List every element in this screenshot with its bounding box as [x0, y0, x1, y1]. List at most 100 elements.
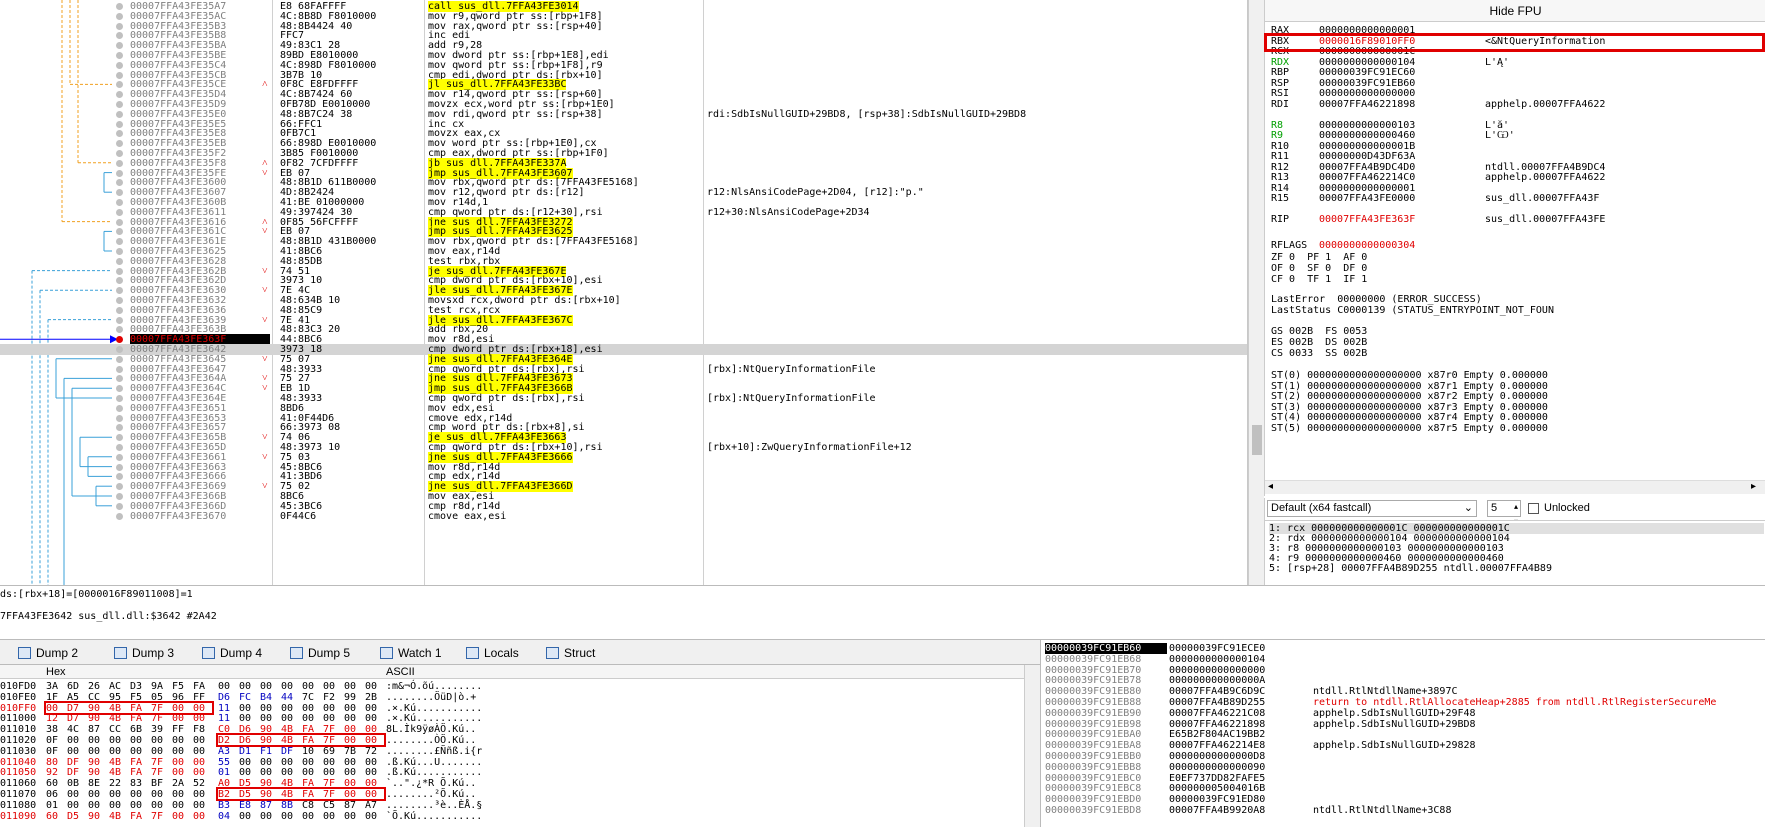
tab-dump-5[interactable]: Dump 5 — [288, 643, 350, 663]
stack-value[interactable]: E0EF737DD82FAFE5 — [1169, 773, 1299, 784]
hex-byte[interactable]: 00 — [172, 746, 188, 757]
dump-row[interactable]: 011060 60 0B 8E 22 83 BF 2A 52 A0 D5 90 4B FA 7F 00 00 `.… — [0, 778, 1040, 789]
hex-byte[interactable]: 00 — [365, 757, 381, 768]
hex-byte[interactable]: 4B — [109, 767, 125, 778]
breakpoint-dot[interactable] — [116, 434, 123, 442]
hex-byte[interactable]: 00 — [172, 735, 188, 746]
breakpoint-dot[interactable] — [116, 91, 123, 99]
dump-row[interactable]: 011070 06 00 00 00 00 00 00 00 B2 D5 90 4B FA 7F 00 00..… — [0, 789, 1040, 800]
stack-row[interactable]: 00000039FC91EBD8 00007FFA4B9920A8 ntdll.Rt… — [1041, 805, 1765, 816]
hex-byte[interactable]: 00 — [172, 789, 188, 800]
hex-byte[interactable]: 00 — [88, 735, 104, 746]
breakpoint-dot[interactable] — [116, 297, 123, 304]
breakpoint-dot[interactable] — [116, 130, 123, 138]
breakpoint-dot[interactable] — [116, 493, 123, 500]
hex-byte[interactable]: 00 — [151, 789, 167, 800]
breakpoint-dot[interactable] — [116, 473, 123, 481]
hex-byte[interactable]: 00 — [260, 767, 276, 778]
hex-byte[interactable]: 80 — [46, 757, 62, 768]
hex-byte[interactable]: 87 — [344, 800, 360, 811]
calling-convention-select[interactable]: Default (x64 fastcall) ⌄ — [1267, 500, 1477, 517]
hex-byte[interactable]: 00 — [323, 757, 339, 768]
hex-byte[interactable]: D1 — [239, 746, 255, 757]
stack-value[interactable]: 000000000000000A — [1169, 675, 1299, 686]
disassembly-view[interactable]: 00007FFA43FE35A7 E8 68FAFFFF call sus_dll.… — [0, 0, 1248, 585]
register-value[interactable]: 00007FFA43FE363F — [1319, 214, 1485, 226]
rflags-row[interactable]: RFLAGS 0000000000000304 — [1271, 240, 1415, 252]
breakpoint-dot[interactable] — [116, 395, 123, 402]
stack-value[interactable]: 00007FFA46221C08 — [1169, 708, 1299, 719]
breakpoint-dot[interactable] — [116, 287, 123, 295]
tab-dump-2[interactable]: Dump 2 — [16, 643, 78, 663]
hex-byte[interactable]: 00 — [172, 713, 188, 724]
stack-row[interactable]: 00000039FC91EBB0 00000000000000D8 — [1041, 751, 1765, 762]
stack-value[interactable]: 00000039FC91ECE0 — [1169, 643, 1299, 654]
hex-byte[interactable]: DF — [67, 767, 83, 778]
breakpoint-dot[interactable] — [116, 375, 123, 383]
hex-byte[interactable]: FA — [130, 811, 146, 822]
breakpoint-dot[interactable] — [116, 179, 123, 187]
hex-byte[interactable]: D7 — [67, 713, 83, 724]
dump-ascii[interactable]: ........ÒÖ.Kú.. — [386, 735, 506, 746]
dump-row[interactable]: 011080 01 00 00 00 00 00 00 00 B3 E8 87 8B C8 C5 87 A7..… — [0, 800, 1040, 811]
breakpoint-dot[interactable] — [116, 110, 123, 118]
hex-byte[interactable]: 00 — [193, 757, 209, 768]
dump-row[interactable]: 011050 92 DF 90 4B FA 7F 00 00 01 00 00 00 00 00 00 00 .ß… — [0, 767, 1040, 778]
hex-byte[interactable]: 2B — [365, 692, 381, 703]
hex-byte[interactable]: 87 — [88, 724, 104, 735]
hex-byte[interactable]: 00 — [344, 703, 360, 714]
breakpoint-dot[interactable] — [116, 512, 123, 520]
dump-ascii[interactable]: .ß.Kú...U....... — [386, 757, 506, 768]
scroll-left-icon[interactable]: ◂ — [1268, 481, 1273, 492]
hex-byte[interactable]: 00 — [109, 800, 125, 811]
stack-value[interactable]: 0000000000000104 — [1169, 654, 1299, 665]
hex-byte[interactable]: 00 — [281, 703, 297, 714]
hex-byte[interactable]: 00 — [344, 681, 360, 692]
breakpoint-dot[interactable] — [116, 346, 123, 353]
tab-dump-3[interactable]: Dump 3 — [112, 643, 174, 663]
breakpoint-dot[interactable] — [116, 189, 123, 197]
hex-byte[interactable]: 9A — [151, 681, 167, 692]
hex-byte[interactable]: 00 — [130, 800, 146, 811]
hex-byte[interactable]: 00 — [281, 713, 297, 724]
hex-byte[interactable]: 00 — [260, 681, 276, 692]
breakpoint-dot[interactable] — [116, 424, 123, 432]
hex-byte[interactable]: 00 — [109, 789, 125, 800]
breakpoint-dot[interactable] — [116, 385, 123, 393]
dump-ascii[interactable]: ........ÖüD|ò.+ — [386, 692, 506, 703]
hex-byte[interactable]: 7C — [302, 692, 318, 703]
stack-value[interactable]: E65B2F804AC19BB2 — [1169, 729, 1299, 740]
stack-value[interactable]: 00007FFA462214E8 — [1169, 740, 1299, 751]
hex-byte[interactable]: 8B — [281, 800, 297, 811]
dump-row[interactable]: 011000 12 D7 90 4B FA 7F 00 00 11 00 00 00 00 00 00 00 .×… — [0, 713, 1040, 724]
breakpoint-dot[interactable] — [116, 12, 123, 20]
hex-byte[interactable]: 00 — [109, 735, 125, 746]
hide-fpu-button[interactable]: Hide FPU — [1265, 0, 1765, 22]
hex-byte[interactable]: 00 — [88, 746, 104, 757]
dump-ascii[interactable]: :m&¬Ó.õú........ — [386, 681, 506, 692]
stack-row[interactable]: 00000039FC91EB90 00007FFA46221C08 apphelp.… — [1041, 708, 1765, 719]
hex-byte[interactable]: 00 — [151, 735, 167, 746]
breakpoint-dot[interactable] — [116, 32, 123, 40]
hex-byte[interactable]: 90 — [88, 713, 104, 724]
breakpoint-dot[interactable] — [116, 199, 123, 206]
hex-byte[interactable]: 00 — [323, 713, 339, 724]
hex-byte[interactable]: 00 — [281, 811, 297, 822]
breakpoint-dot[interactable] — [116, 169, 123, 177]
breakpoint-dot[interactable] — [116, 101, 123, 108]
hex-byte[interactable]: 3A — [46, 681, 62, 692]
stack-value[interactable]: 00007FFA4B89D255 — [1169, 697, 1299, 708]
stack-value[interactable]: 0000000000000090 — [1169, 762, 1299, 773]
stack-row[interactable]: 00000039FC91EBA0 E65B2F804AC19BB2 — [1041, 729, 1765, 740]
stack-value[interactable]: 00007FFA46221898 — [1169, 719, 1299, 730]
breakpoint-dot[interactable] — [116, 22, 123, 30]
segment-row[interactable]: CS 0033 SS 002B — [1271, 348, 1367, 360]
arguments-list[interactable]: 1: rcx 000000000000001C 000000000000001C… — [1264, 520, 1765, 585]
hex-byte[interactable]: 00 — [88, 800, 104, 811]
dump-ascii[interactable]: .ß.Kú........... — [386, 767, 506, 778]
hex-byte[interactable]: 00 — [344, 811, 360, 822]
breakpoint-dot[interactable] — [116, 267, 123, 275]
hex-byte[interactable]: C8 — [302, 800, 318, 811]
hex-byte[interactable]: 00 — [193, 735, 209, 746]
hex-byte[interactable]: 00 — [323, 703, 339, 714]
